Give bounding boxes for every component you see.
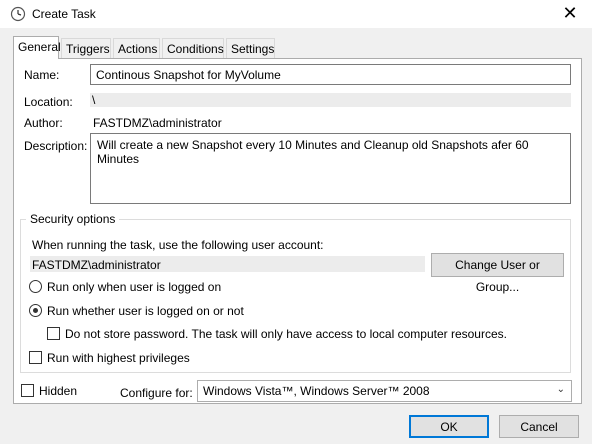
change-user-button[interactable]: Change User or Group... bbox=[431, 253, 564, 294]
radio-logged-on-label: Run only when user is logged on bbox=[47, 280, 222, 294]
location-value-bar bbox=[90, 93, 571, 107]
author-value: FASTDMZ\administrator bbox=[93, 116, 222, 130]
location-label: Location: bbox=[24, 95, 73, 109]
account-prompt: When running the task, use the following… bbox=[32, 238, 324, 252]
radio-whether-logged-on-label: Run whether user is logged on or not bbox=[47, 304, 244, 318]
configure-for-select[interactable]: Windows Vista™, Windows Server™ 2008 ⌄ bbox=[197, 380, 572, 402]
hidden-checkbox[interactable] bbox=[21, 384, 34, 397]
configure-for-label: Configure for: bbox=[120, 386, 193, 400]
configure-for-value: Windows Vista™, Windows Server™ 2008 bbox=[203, 384, 430, 398]
chevron-down-icon: ⌄ bbox=[556, 384, 565, 395]
name-label: Name: bbox=[24, 68, 60, 82]
name-field[interactable]: Continous Snapshot for MyVolume bbox=[90, 64, 571, 85]
account-value: FASTDMZ\administrator bbox=[32, 258, 161, 272]
hidden-label: Hidden bbox=[39, 384, 78, 398]
description-label: Description: bbox=[24, 139, 88, 153]
radio-selected-dot bbox=[33, 308, 38, 313]
description-field[interactable]: Will create a new Snapshot every 10 Minu… bbox=[90, 133, 571, 204]
highest-privileges-label: Run with highest privileges bbox=[47, 351, 190, 365]
no-store-password-checkbox[interactable] bbox=[47, 327, 60, 340]
highest-privileges-checkbox[interactable] bbox=[29, 351, 42, 364]
author-label: Author: bbox=[24, 116, 63, 130]
security-options-label: Security options bbox=[26, 212, 120, 226]
no-store-password-label: Do not store password. The task will onl… bbox=[65, 327, 507, 341]
radio-logged-on[interactable] bbox=[29, 280, 42, 293]
location-value: \ bbox=[92, 93, 96, 107]
radio-whether-logged-on[interactable] bbox=[29, 304, 42, 317]
